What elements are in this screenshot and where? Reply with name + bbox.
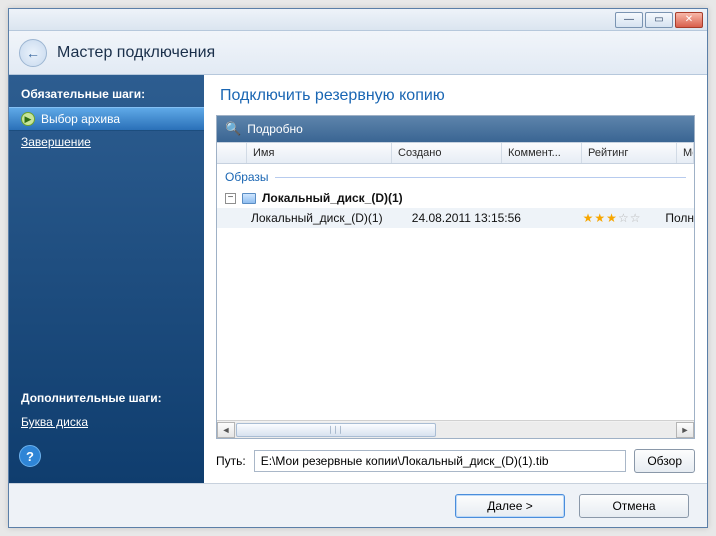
- star-icon: ★: [583, 211, 594, 225]
- path-row: Путь: Обзор: [216, 449, 695, 473]
- col-icon[interactable]: [217, 143, 247, 163]
- scroll-right-button[interactable]: ►: [676, 422, 694, 438]
- entry-name: Локальный_диск_(D)(1): [251, 211, 383, 225]
- main-pane: Подключить резервную копию 🔍 Подробно Им…: [204, 75, 707, 483]
- tree-parent-name: Локальный_диск_(D)(1): [262, 191, 403, 205]
- entry-method: Полн: [665, 211, 694, 225]
- path-label: Путь:: [216, 454, 246, 468]
- sidebar-item-label: Буква диска: [21, 415, 88, 429]
- back-arrow-icon: ←: [26, 45, 40, 61]
- titlebar: — ▭ ✕: [9, 9, 707, 31]
- star-icon: ☆: [630, 211, 641, 225]
- entry-date: 24.08.2011 13:15:56: [412, 211, 531, 225]
- star-icon: ☆: [618, 211, 629, 225]
- browse-button[interactable]: Обзор: [634, 449, 695, 473]
- tree-parent-row[interactable]: − Локальный_диск_(D)(1): [217, 188, 694, 208]
- details-label: Подробно: [247, 122, 303, 136]
- wizard-title: Мастер подключения: [57, 44, 215, 62]
- scroll-left-button[interactable]: ◄: [217, 422, 235, 438]
- sidebar-item-label: Выбор архива: [41, 112, 120, 126]
- star-icon: ★: [606, 211, 617, 225]
- cancel-button[interactable]: Отмена: [579, 494, 689, 518]
- scroll-thumb[interactable]: ∣∣∣: [236, 423, 436, 437]
- path-input[interactable]: [254, 450, 627, 472]
- entry-rating[interactable]: ★ ★ ★ ☆ ☆: [583, 211, 666, 225]
- star-icon: ★: [594, 211, 605, 225]
- close-button[interactable]: ✕: [675, 12, 703, 28]
- group-row: Образы: [217, 164, 694, 188]
- col-rating[interactable]: Рейтинг: [582, 143, 677, 163]
- sidebar-required-heading: Обязательные шаги:: [9, 83, 204, 107]
- tree-area[interactable]: Образы − Локальный_диск_(D)(1) Локальный…: [217, 164, 694, 420]
- magnifier-icon: 🔍: [225, 121, 241, 137]
- header: ← Мастер подключения: [9, 31, 707, 75]
- maximize-button[interactable]: ▭: [645, 12, 673, 28]
- minimize-button[interactable]: —: [615, 12, 643, 28]
- details-panel: 🔍 Подробно Имя Создано Коммент... Рейтин…: [216, 115, 695, 439]
- disk-icon: [242, 193, 256, 204]
- column-headers: Имя Создано Коммент... Рейтинг Ме: [217, 142, 694, 164]
- wizard-window: — ▭ ✕ ← Мастер подключения Обязательные …: [8, 8, 708, 528]
- col-name[interactable]: Имя: [247, 143, 392, 163]
- sidebar-additional-heading: Дополнительные шаги:: [9, 387, 204, 411]
- footer: Далее > Отмена: [9, 483, 707, 527]
- back-button[interactable]: ←: [19, 39, 47, 67]
- sidebar: Обязательные шаги: ▶ Выбор архива Заверш…: [9, 75, 204, 483]
- sidebar-item-label: Завершение: [21, 135, 91, 149]
- sidebar-item-drive-letter[interactable]: Буква диска: [9, 411, 204, 433]
- col-method[interactable]: Ме: [677, 143, 694, 163]
- page-title: Подключить резервную копию: [204, 75, 707, 115]
- sidebar-item-archive-select[interactable]: ▶ Выбор архива: [9, 107, 204, 131]
- help-button[interactable]: ?: [19, 445, 41, 467]
- tree-collapse-toggle[interactable]: −: [225, 193, 236, 204]
- sidebar-item-finish[interactable]: Завершение: [9, 131, 204, 153]
- details-toolbar: 🔍 Подробно: [217, 116, 694, 142]
- col-comment[interactable]: Коммент...: [502, 143, 582, 163]
- scroll-track[interactable]: ∣∣∣: [235, 422, 676, 438]
- horizontal-scrollbar[interactable]: ◄ ∣∣∣ ►: [217, 420, 694, 438]
- step-bullet-icon: ▶: [21, 112, 35, 126]
- col-created[interactable]: Создано: [392, 143, 502, 163]
- next-button[interactable]: Далее >: [455, 494, 565, 518]
- group-label: Образы: [225, 170, 269, 184]
- tree-entry-row[interactable]: Локальный_диск_(D)(1) 24.08.2011 13:15:5…: [217, 208, 694, 228]
